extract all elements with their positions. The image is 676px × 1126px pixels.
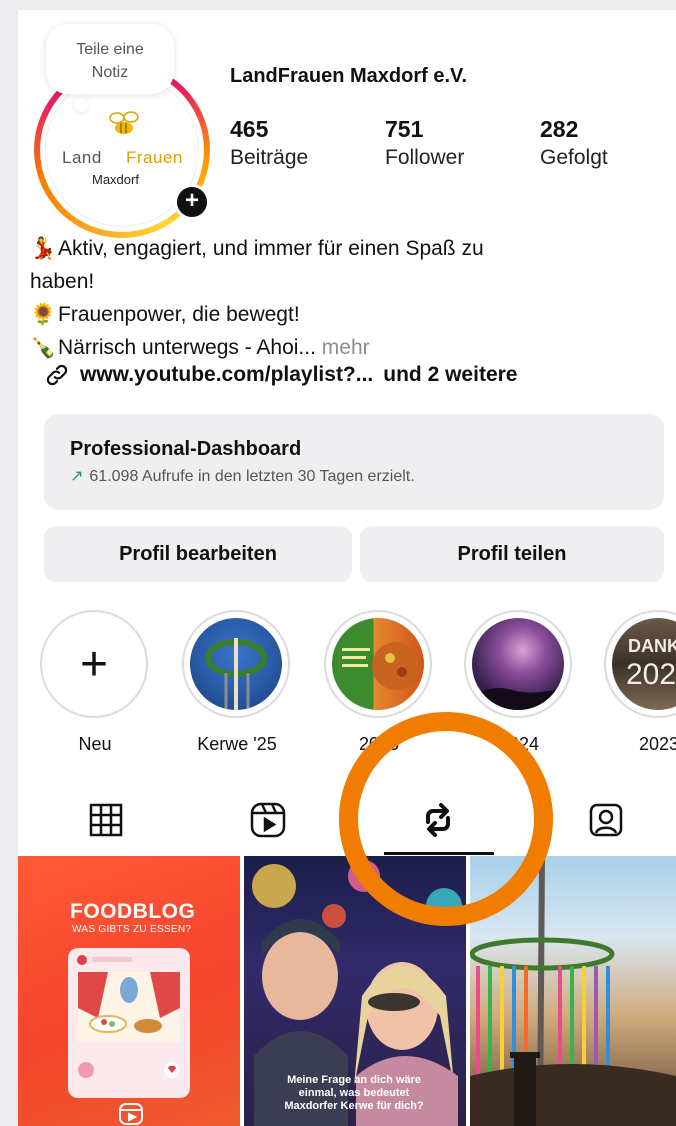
dashboard-subtitle: 61.098 Aufrufe in den letzten 30 Tagen e… — [89, 468, 415, 485]
highlight-2023[interactable]: DANK 202 2023 — [604, 610, 676, 755]
logo-text-city: Maxdorf — [92, 172, 139, 187]
svg-text:202: 202 — [626, 658, 676, 691]
highlight-annotation-circle — [339, 712, 553, 926]
stat-following[interactable]: 282 Gefolgt — [540, 114, 608, 172]
post-caption: Meine Frage an dich wäre einmal, was bed… — [284, 1074, 424, 1112]
profile-screen: Land Frauen Maxdorf + Teile eine Notiz L… — [18, 10, 676, 1126]
bio-line-4: Närrisch unterwegs - Ahoi... — [58, 336, 316, 359]
edit-profile-button[interactable]: Profil bearbeiten — [44, 526, 352, 582]
highlight-cover-image — [190, 618, 282, 710]
phone-illustration — [68, 948, 190, 1098]
svg-text:DANK: DANK — [628, 636, 676, 656]
stat-posts-value: 465 — [230, 116, 269, 142]
note-text-line1: Teile eine — [76, 41, 144, 58]
highlight-kerwe-25[interactable]: Kerwe '25 — [182, 610, 292, 755]
plus-icon: + — [48, 618, 140, 710]
highlight-cover-image — [332, 618, 424, 710]
bottle-emoji: 🍾 — [30, 336, 57, 359]
bio-link-more[interactable]: und 2 weitere — [383, 363, 517, 387]
bio-more-link[interactable]: mehr — [316, 336, 370, 359]
share-profile-button[interactable]: Profil teilen — [360, 526, 664, 582]
bio-line-2: haben! — [30, 270, 95, 293]
stat-posts[interactable]: 465 Beiträge — [230, 114, 308, 172]
stat-followers-label: Follower — [385, 146, 465, 169]
bio-line-1: Aktiv, engagiert, und immer für einen Sp… — [58, 237, 484, 260]
logo-text-land: Land — [62, 148, 102, 167]
bee-logo-icon — [109, 111, 139, 134]
highlight-cover-image: DANK 202 — [612, 618, 676, 710]
stat-followers-value: 751 — [385, 116, 424, 142]
highlight-label: 2023 — [638, 734, 676, 754]
stat-following-value: 282 — [540, 116, 579, 142]
highlight-new[interactable]: + Neu — [40, 610, 150, 755]
note-bubble[interactable]: Teile eine Notiz — [46, 24, 174, 112]
stat-followers[interactable]: 751 Follower — [385, 114, 464, 172]
profile-bio: 💃Aktiv, engagiert, und immer für einen S… — [30, 232, 650, 364]
highlight-label: Kerwe '25 — [197, 734, 277, 754]
professional-dashboard[interactable]: Professional-Dashboard ↗ 61.098 Aufrufe i… — [44, 414, 664, 510]
post-subtitle: WAS GIBTS ZU ESSEN? — [72, 924, 192, 935]
stat-following-label: Gefolgt — [540, 146, 608, 169]
reel-badge-icon — [119, 1103, 143, 1125]
trend-up-icon: ↗ — [70, 468, 84, 485]
stat-posts-label: Beiträge — [230, 146, 309, 169]
dancer-emoji: 💃 — [30, 237, 57, 260]
highlight-cover-image — [472, 618, 564, 710]
post-grid: FOODBLOG WAS GIBTS ZU ESSEN? Meine Frage… — [18, 856, 676, 1126]
bio-link[interactable]: www.youtube.com/playlist?... und 2 weite… — [44, 362, 517, 388]
profile-name: LandFrauen Maxdorf e.V. — [230, 65, 468, 87]
bio-link-url[interactable]: www.youtube.com/playlist?... — [80, 363, 373, 387]
link-icon — [46, 364, 68, 386]
add-story-button[interactable]: + — [174, 184, 210, 220]
post-thumbnail[interactable]: FOODBLOG WAS GIBTS ZU ESSEN? — [18, 856, 240, 1126]
bio-line-3: Frauenpower, die bewegt! — [58, 303, 300, 326]
grid-icon[interactable] — [86, 800, 126, 840]
tagged-icon[interactable] — [586, 800, 626, 840]
sunflower-emoji: 🌻 — [30, 303, 57, 326]
note-text-line2: Notiz — [91, 64, 129, 81]
dashboard-title: Professional-Dashboard — [70, 438, 302, 460]
reels-icon[interactable] — [248, 800, 288, 840]
logo-text-frauen: Frauen — [126, 148, 183, 167]
post-title: FOODBLOG — [70, 900, 196, 923]
highlight-label: Neu — [78, 734, 112, 754]
